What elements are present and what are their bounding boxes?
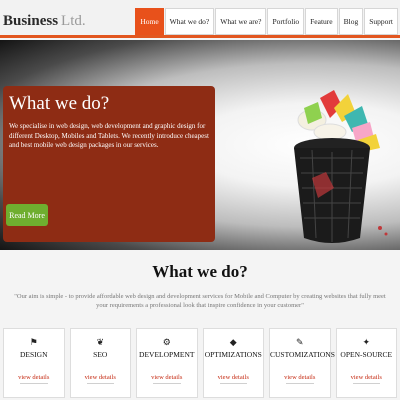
- service-card-customizations: ✎ CUSTOMIZATIONS view details: [269, 328, 335, 398]
- nav-feature[interactable]: Feature: [305, 8, 338, 35]
- services-list: ⚑ DESIGN view details ❦ SEO view details…: [3, 328, 397, 398]
- divider: [153, 383, 181, 384]
- nav-home[interactable]: Home: [135, 8, 164, 35]
- service-card-open-source: ✦ OPEN-SOURCE view details: [335, 328, 397, 398]
- read-more-button[interactable]: Read More: [6, 204, 48, 226]
- service-label: CUSTOMIZATIONS: [270, 350, 335, 359]
- seo-icon: ❦: [96, 337, 105, 347]
- nav-portfolio[interactable]: Portfolio: [267, 8, 305, 35]
- view-details-link[interactable]: view details: [4, 374, 64, 381]
- divider: [86, 383, 114, 384]
- service-card-design: ⚑ DESIGN view details: [3, 328, 65, 398]
- section-text: "Our aim is simple - to provide affordab…: [14, 293, 386, 309]
- divider: [286, 383, 314, 384]
- service-label: OPTIMIZATIONS: [204, 350, 262, 359]
- logo[interactable]: Business Ltd.: [3, 13, 86, 30]
- divider: [219, 383, 247, 384]
- logo-suffix: Ltd.: [61, 13, 86, 29]
- hero-banner: What we do? We specialise in web design,…: [0, 40, 400, 250]
- service-card-development: ⚙ DEVELOPMENT view details: [136, 328, 198, 398]
- hero-title: What we do?: [9, 93, 110, 114]
- service-label: DEVELOPMENT: [139, 350, 195, 359]
- site-header: Business Ltd. Home What we do? What we ar…: [0, 0, 400, 38]
- view-details-link[interactable]: view details: [137, 374, 197, 381]
- customizations-icon: ✎: [295, 337, 304, 347]
- view-details-link[interactable]: view details: [204, 374, 264, 381]
- service-label: SEO: [93, 350, 108, 359]
- hero-text: We specialise in web design, web develop…: [9, 122, 209, 149]
- view-details-link[interactable]: view details: [270, 374, 330, 381]
- trash-basket-image: [294, 90, 388, 243]
- optimizations-icon: ◆: [229, 337, 237, 347]
- service-label: DESIGN: [20, 350, 48, 359]
- divider: [20, 383, 48, 384]
- hero-box: What we do? We specialise in web design,…: [3, 86, 215, 242]
- nav-support[interactable]: Support: [364, 8, 398, 35]
- nav-what-we-do[interactable]: What we do?: [164, 8, 215, 35]
- main-nav: Home What we do? What we are? Portfolio …: [135, 8, 398, 35]
- development-icon: ⚙: [162, 337, 171, 347]
- service-label: OPEN-SOURCE: [340, 350, 393, 359]
- nav-blog[interactable]: Blog: [338, 8, 364, 35]
- design-icon: ⚑: [29, 337, 38, 347]
- divider: [352, 383, 380, 384]
- view-details-link[interactable]: view details: [337, 374, 397, 381]
- section-title: What we do?: [152, 262, 248, 281]
- view-details-link[interactable]: view details: [71, 374, 131, 381]
- open-source-icon: ✦: [362, 337, 371, 347]
- service-card-seo: ❦ SEO view details: [69, 328, 131, 398]
- nav-what-we-are[interactable]: What we are?: [215, 8, 267, 35]
- logo-main: Business: [3, 13, 59, 29]
- service-card-optimizations: ◆ OPTIMIZATIONS view details: [202, 328, 264, 398]
